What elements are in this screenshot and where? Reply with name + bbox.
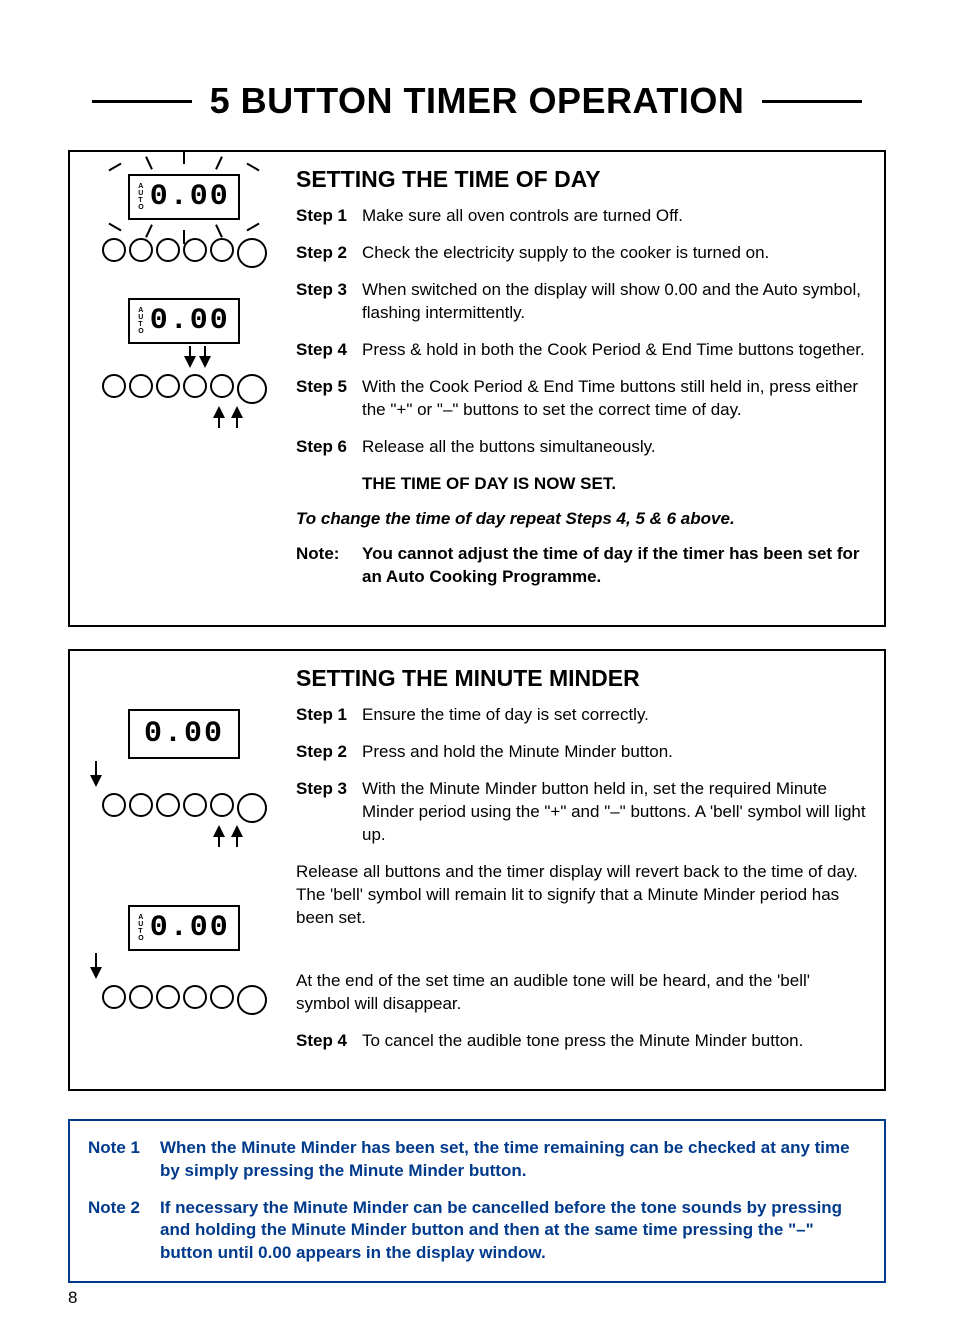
- button-row-icon: [102, 238, 267, 268]
- step-row: Step 1Ensure the time of day is set corr…: [296, 704, 866, 727]
- section-heading: SETTING THE MINUTE MINDER: [296, 665, 866, 692]
- notes-box: Note 1When the Minute Minder has been se…: [68, 1119, 886, 1284]
- note-row: Note 1When the Minute Minder has been se…: [88, 1137, 866, 1183]
- note-row: Note 2If necessary the Minute Minder can…: [88, 1197, 866, 1266]
- step-row: Step 4Press & hold in both the Cook Peri…: [296, 339, 866, 362]
- lcd-value: 0.00: [150, 180, 230, 214]
- page-title: 5 BUTTON TIMER OPERATION: [210, 80, 745, 122]
- diagrams-time-of-day: AUTO 0.00 AUTO 0.00: [84, 166, 284, 603]
- section-heading: SETTING THE TIME OF DAY: [296, 166, 866, 193]
- step-row: Step 5With the Cook Period & End Time bu…: [296, 376, 866, 422]
- rule-left: [92, 100, 192, 103]
- diagrams-minute-minder: 0.00 AUTO 0.00: [84, 665, 284, 1066]
- note-row: Note:You cannot adjust the time of day i…: [296, 543, 866, 589]
- step-row: Step 3With the Minute Minder button held…: [296, 778, 866, 847]
- button-row-icon: [102, 985, 267, 1015]
- button-row-icon: [102, 793, 267, 823]
- lcd-value: 0.00: [150, 911, 230, 945]
- rule-right: [762, 100, 862, 103]
- confirmation-row: THE TIME OF DAY IS NOW SET.: [296, 473, 866, 496]
- paragraph: At the end of the set time an audible to…: [296, 970, 866, 1016]
- step-row: Step 1Make sure all oven controls are tu…: [296, 205, 866, 228]
- step-row: Step 6Release all the buttons simultaneo…: [296, 436, 866, 459]
- auto-indicator: AUTO: [138, 183, 143, 211]
- lcd-minder-diagram: 0.00: [84, 709, 284, 847]
- auto-indicator: AUTO: [138, 914, 143, 942]
- page-title-row: 5 BUTTON TIMER OPERATION: [68, 80, 886, 122]
- lcd-display: AUTO 0.00: [128, 174, 239, 220]
- step-row: Step 2Press and hold the Minute Minder b…: [296, 741, 866, 764]
- lcd-display: AUTO 0.00: [128, 298, 239, 344]
- page-number: 8: [68, 1288, 77, 1308]
- lcd-cancel-diagram: AUTO 0.00: [84, 905, 284, 1015]
- lcd-value: 0.00: [144, 717, 224, 751]
- lcd-display: 0.00: [128, 709, 240, 759]
- lcd-display: AUTO 0.00: [128, 905, 239, 951]
- repeat-instruction: To change the time of day repeat Steps 4…: [296, 509, 866, 529]
- paragraph: Release all buttons and the timer displa…: [296, 861, 866, 930]
- step-row: Step 2Check the electricity supply to th…: [296, 242, 866, 265]
- step-row: Step 3When switched on the display will …: [296, 279, 866, 325]
- lcd-flashing-diagram: AUTO 0.00: [84, 174, 284, 268]
- step-row: Step 4To cancel the audible tone press t…: [296, 1030, 866, 1053]
- lcd-press-diagram: AUTO 0.00: [84, 298, 284, 428]
- section-minute-minder: 0.00 AUTO 0.00: [68, 649, 886, 1090]
- section-time-of-day: AUTO 0.00 AUTO 0.00: [68, 150, 886, 627]
- auto-indicator: AUTO: [138, 307, 143, 335]
- lcd-value: 0.00: [150, 304, 230, 338]
- button-row-icon: [102, 374, 267, 404]
